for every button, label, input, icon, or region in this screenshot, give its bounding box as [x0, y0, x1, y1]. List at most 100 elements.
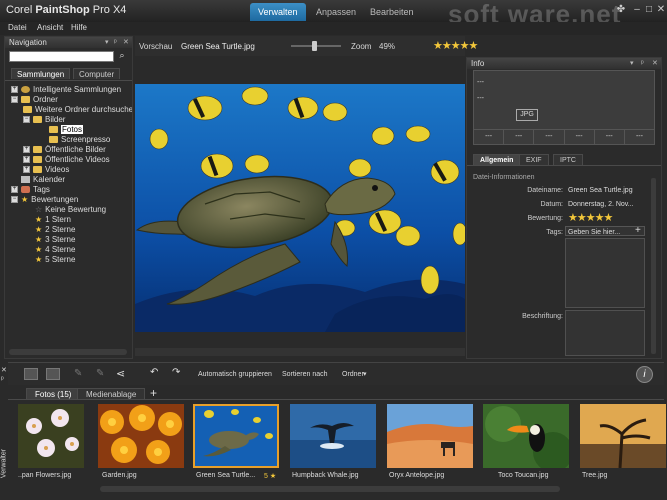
thumbnail-label-oryx-antelope: Oryx Antelope.jpg [389, 472, 445, 479]
close-icon[interactable]: ✕ [654, 3, 667, 17]
navigation-header: Navigation ▾ ᵖ ✕ [5, 37, 132, 48]
tree-item-ordner[interactable]: − Ordner [11, 95, 58, 105]
tree-item-1-star[interactable]: ★ 1 Stern [35, 215, 71, 225]
preview-image [135, 84, 465, 332]
thumbnail-view-icon[interactable] [24, 368, 38, 380]
star-icon: ★ [35, 225, 43, 234]
add-tab-button[interactable]: + [150, 386, 157, 400]
star-icon: ★ [21, 195, 29, 204]
tab-bearbeiten[interactable]: Bearbeiten [362, 3, 422, 21]
thumbnail-label-garden: Garden.jpg [102, 472, 137, 479]
settings-icon[interactable]: ✤ [614, 3, 628, 17]
rotate-left-icon[interactable]: ↶ [150, 367, 158, 378]
tree-item-public-pictures[interactable]: + Öffentliche Bilder [23, 145, 106, 155]
folder-dropdown[interactable]: Ordner [342, 371, 364, 378]
tree-item-bewertungen[interactable]: − ★ Bewertungen [11, 195, 78, 205]
tab-anpassen[interactable]: Anpassen [308, 3, 364, 21]
thumbnail-japan-flowers[interactable] [18, 404, 84, 468]
info-scrollbar[interactable] [651, 178, 656, 354]
tab-iptc[interactable]: IPTC [553, 154, 583, 165]
tags-input[interactable]: Geben Sie hier... [565, 226, 645, 236]
search-icon[interactable]: ⌕ [116, 50, 128, 62]
tab-sammlungen[interactable]: Sammlungen [11, 68, 71, 79]
organizer-close-icon[interactable]: ✕ [1, 366, 7, 374]
tree-item-bilder[interactable]: − Bilder [23, 115, 65, 125]
star-icon: ★ [35, 255, 43, 264]
pin-icon[interactable]: ᵖ [1, 376, 4, 383]
details-view-icon[interactable] [46, 368, 60, 380]
brush-icon[interactable]: ✎ [96, 368, 104, 379]
app-title: Corel PaintShop Pro X4 [6, 4, 127, 16]
info-toggle-icon[interactable]: i [636, 366, 653, 383]
tree-item-4-stars[interactable]: ★ 4 Sterne [35, 245, 75, 255]
organizer-side-strip: ✕ ᵖ Verwalter [0, 362, 8, 498]
rating-stars[interactable]: ★★★★★ [568, 211, 613, 224]
caption-textarea[interactable] [565, 310, 645, 356]
tree-item-public-videos[interactable]: + Öffentliche Videos [23, 155, 110, 165]
organizer-vertical-label: Verwalter [0, 448, 8, 479]
preview-scrollbar[interactable] [135, 348, 465, 356]
tab-fotos[interactable]: Fotos (15) [26, 388, 81, 399]
thumbnail-humpback-whale[interactable] [290, 404, 376, 468]
auto-group-button[interactable]: Automatisch gruppieren [198, 371, 272, 378]
star-icon: ★ [35, 215, 43, 224]
tree-item-fotos[interactable]: Fotos [49, 125, 84, 135]
star-icon: ★ [35, 245, 43, 254]
tab-exif[interactable]: EXIF [519, 154, 549, 165]
edit-icon[interactable]: ✎ [74, 368, 82, 379]
pin-icon[interactable]: ᵖ [114, 37, 117, 48]
title-bar: Corel PaintShop Pro X4 Verwalten Anpasse… [0, 0, 667, 29]
tab-medienablage[interactable]: Medienablage [77, 388, 146, 399]
panel-menu-icon[interactable]: ▾ [105, 37, 109, 48]
star-icon: ★ [35, 235, 43, 244]
info-header: Info ▾ ᵖ ✕ [467, 58, 661, 69]
tree-item-no-rating[interactable]: ☆ Keine Bewertung [35, 205, 106, 215]
info-stats-row: --- --- --- --- --- --- [474, 129, 654, 144]
tab-allgemein[interactable]: Allgemein [473, 154, 521, 165]
tree-item-videos[interactable]: + Videos [23, 165, 69, 175]
add-tag-icon[interactable]: + [635, 225, 641, 236]
tree-item-tags[interactable]: + Tags [11, 185, 50, 195]
info-panel: Info ▾ ᵖ ✕ --- --- JPG --- --- --- --- -… [466, 57, 662, 359]
panel-close-icon[interactable]: ✕ [123, 37, 129, 48]
thumbnail-oryx-antelope[interactable] [387, 404, 473, 468]
zoom-slider-handle[interactable] [312, 41, 317, 51]
rotate-right-icon[interactable]: ↷ [172, 367, 180, 378]
menu-ansicht[interactable]: Ansicht [37, 23, 63, 32]
tree-item-screenpresso[interactable]: Screenpresso [49, 135, 110, 145]
thumbnail-rating-badge: 5 ★ [264, 473, 277, 480]
preview-filename: Green Sea Turtle.jpg [181, 42, 255, 51]
thumbnail-toco-toucan[interactable] [483, 404, 569, 468]
tree-item-3-stars[interactable]: ★ 3 Sterne [35, 235, 75, 245]
organizer-toolbar: ✎ ✎ ⋖ ↶ ↷ Automatisch gruppieren Sortier… [8, 362, 664, 385]
preview-rating[interactable]: ★★★★★ [433, 39, 478, 52]
menu-hilfe[interactable]: Hilfe [71, 23, 87, 32]
tree-item-browse-more[interactable]: Weitere Ordner durchsuchen [23, 105, 132, 115]
thumbnail-tree[interactable] [580, 404, 666, 468]
thumbnail-label-toco-toucan: Toco Toucan.jpg [498, 472, 549, 479]
tab-computer[interactable]: Computer [73, 68, 121, 79]
share-icon[interactable]: ⋖ [116, 367, 125, 380]
panel-close-icon[interactable]: ✕ [652, 58, 658, 69]
tab-divider [467, 165, 661, 166]
sort-by-button[interactable]: Sortieren nach [282, 371, 328, 378]
organizer-scrollbar[interactable] [100, 486, 560, 492]
tree-item-2-stars[interactable]: ★ 2 Sterne [35, 225, 75, 235]
histogram-area: --- --- JPG --- --- --- --- --- --- [473, 70, 655, 145]
navigation-search-input[interactable] [9, 51, 114, 62]
tree-item-5-stars[interactable]: ★ 5 Sterne [35, 255, 75, 265]
navigation-scrollbar[interactable] [9, 349, 127, 355]
zoom-value: 49% [379, 42, 396, 51]
info-title: Info [471, 59, 485, 68]
tree-item-kalender[interactable]: Kalender [11, 175, 65, 185]
menu-datei[interactable]: Datei [8, 23, 27, 32]
tab-verwalten[interactable]: Verwalten [250, 3, 306, 21]
tree-item-smart-collections[interactable]: + Intelligente Sammlungen [11, 85, 121, 95]
date-label: Datum: [540, 201, 563, 208]
panel-menu-icon[interactable]: ▾ [630, 58, 634, 69]
collection-tree: + Intelligente Sammlungen − Ordner Weitere… [5, 80, 132, 348]
thumbnail-garden[interactable] [98, 404, 184, 468]
filename-value: Green Sea Turtle.jpg [568, 187, 633, 194]
thumbnail-green-sea-turtle[interactable] [193, 404, 279, 468]
pin-icon[interactable]: ᵖ [641, 58, 644, 69]
